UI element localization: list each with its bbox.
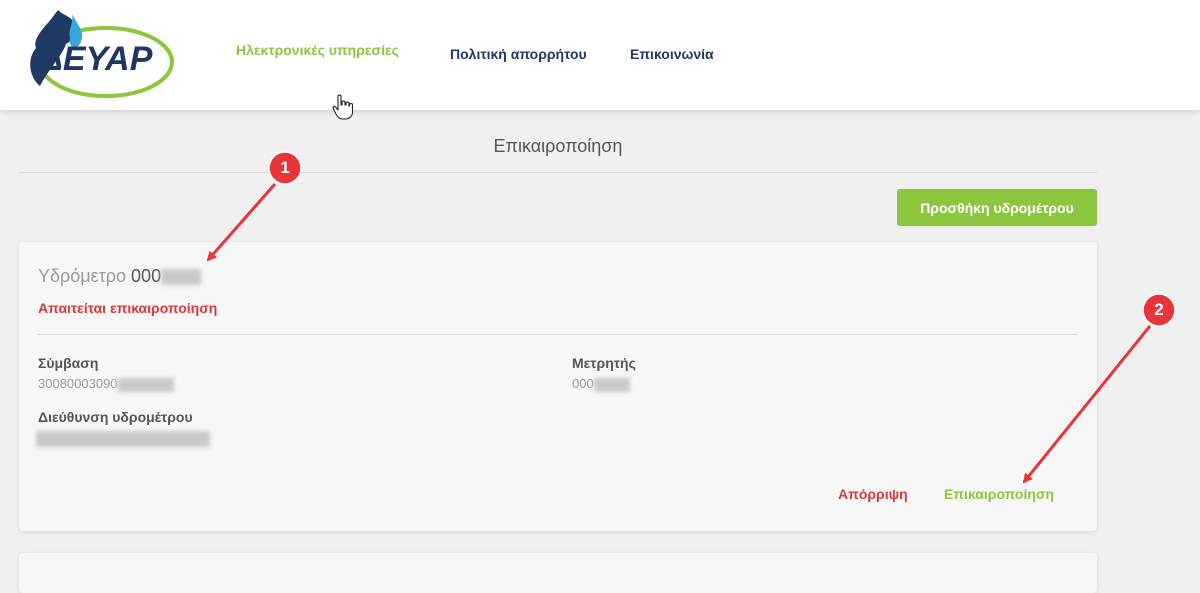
contract-number: 30080003090 [38,376,118,391]
counter-value: 000 [572,376,630,392]
reject-link[interactable]: Απόρριψη [838,486,908,502]
card-divider [38,334,1078,335]
nav-link-contact[interactable]: Επικοινωνία [630,46,714,62]
title-divider [19,172,1097,173]
address-label: Διεύθυνση υδρομέτρου [38,409,193,425]
status-update-required: Απαιτείται επικαιροποίηση [38,300,218,316]
meter-number: 000 [131,266,162,286]
counter-number: 000 [572,376,594,391]
annotation-badge-1-label: 1 [280,158,290,177]
meter-title: Υδρόμετρο 000 [38,266,202,287]
logo-text: ΔΕΥΑΡ [38,40,153,78]
add-meter-button[interactable]: Προσθήκη υδρομέτρου [897,189,1097,226]
counter-label: Μετρητής [572,355,636,371]
meter-title-prefix: Υδρόμετρο [38,266,127,286]
redacted-address [36,430,210,447]
contract-label: Σύμβαση [38,355,99,371]
page-title: Επικαιροποίηση [493,136,623,156]
deyar-logo[interactable]: ΔΕΥΑΡ [18,4,178,104]
nav-link-services[interactable]: Ηλεκτρονικές υπηρεσίες [236,42,399,58]
site-header: ΔΕΥΑΡ Ηλεκτρονικές υπηρεσίες Πολιτική απ… [0,0,1200,110]
update-link[interactable]: Επικαιροποίηση [944,486,1054,502]
redacted-meter-number [161,269,202,286]
hand-cursor-icon [332,94,354,120]
redacted-counter-number [593,377,630,392]
redacted-contract-number [117,377,174,392]
contract-value: 30080003090 [38,376,174,392]
annotation-badge-2-label: 2 [1154,300,1164,319]
meter-card-next [19,553,1097,593]
nav-link-privacy[interactable]: Πολιτική απορρήτου [450,46,587,62]
meter-card: Υδρόμετρο 000 Απαιτείται επικαιροποίηση … [19,242,1097,531]
address-value [36,430,210,447]
